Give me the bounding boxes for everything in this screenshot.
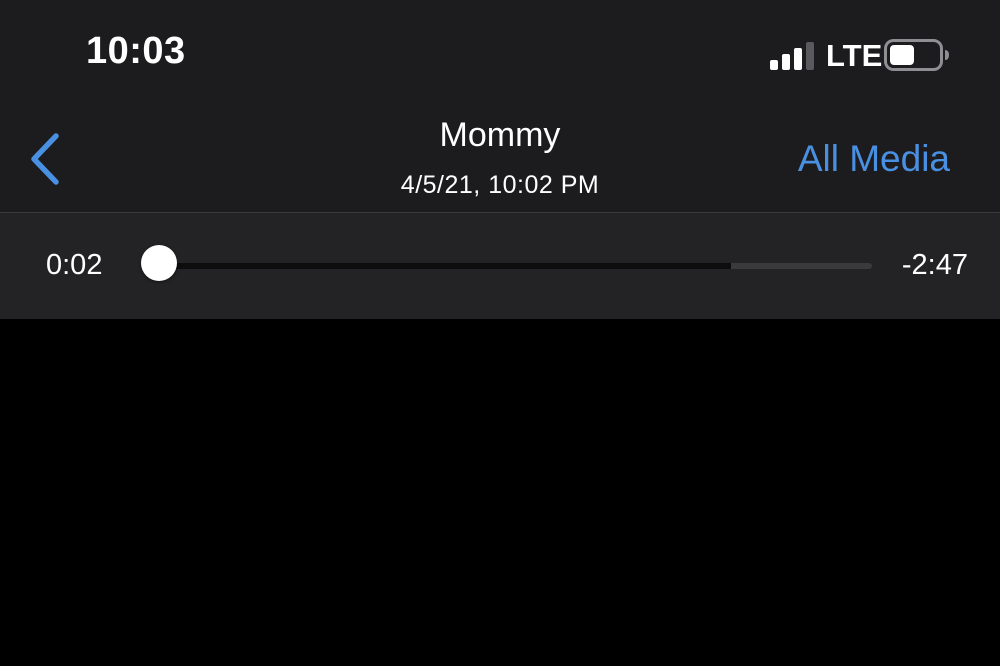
status-time: 10:03 xyxy=(86,30,186,72)
message-timestamp: 4/5/21, 10:02 PM xyxy=(400,171,600,199)
playback-bar: 0:02 -2:47 xyxy=(0,213,1000,319)
back-chevron-icon[interactable] xyxy=(22,128,70,190)
header: 10:03 LTE Mommy 4/5/21, 10:02 PM All Med… xyxy=(0,0,1000,212)
scrubber-thumb[interactable] xyxy=(140,245,177,281)
contact-title: Mommy xyxy=(439,116,561,154)
network-type-label: LTE xyxy=(826,38,883,73)
all-media-button[interactable]: All Media xyxy=(798,138,950,180)
media-viewer-screen: 10:03 LTE Mommy 4/5/21, 10:02 PM All Med… xyxy=(0,0,1000,666)
video-content-area[interactable] xyxy=(0,319,1000,666)
scrubber-buffered xyxy=(150,263,732,269)
scrubber-track[interactable] xyxy=(150,263,872,269)
remaining-time: -2:47 xyxy=(901,249,968,281)
battery-icon xyxy=(884,39,949,71)
elapsed-time: 0:02 xyxy=(46,249,103,281)
cellular-signal-icon xyxy=(770,42,814,70)
